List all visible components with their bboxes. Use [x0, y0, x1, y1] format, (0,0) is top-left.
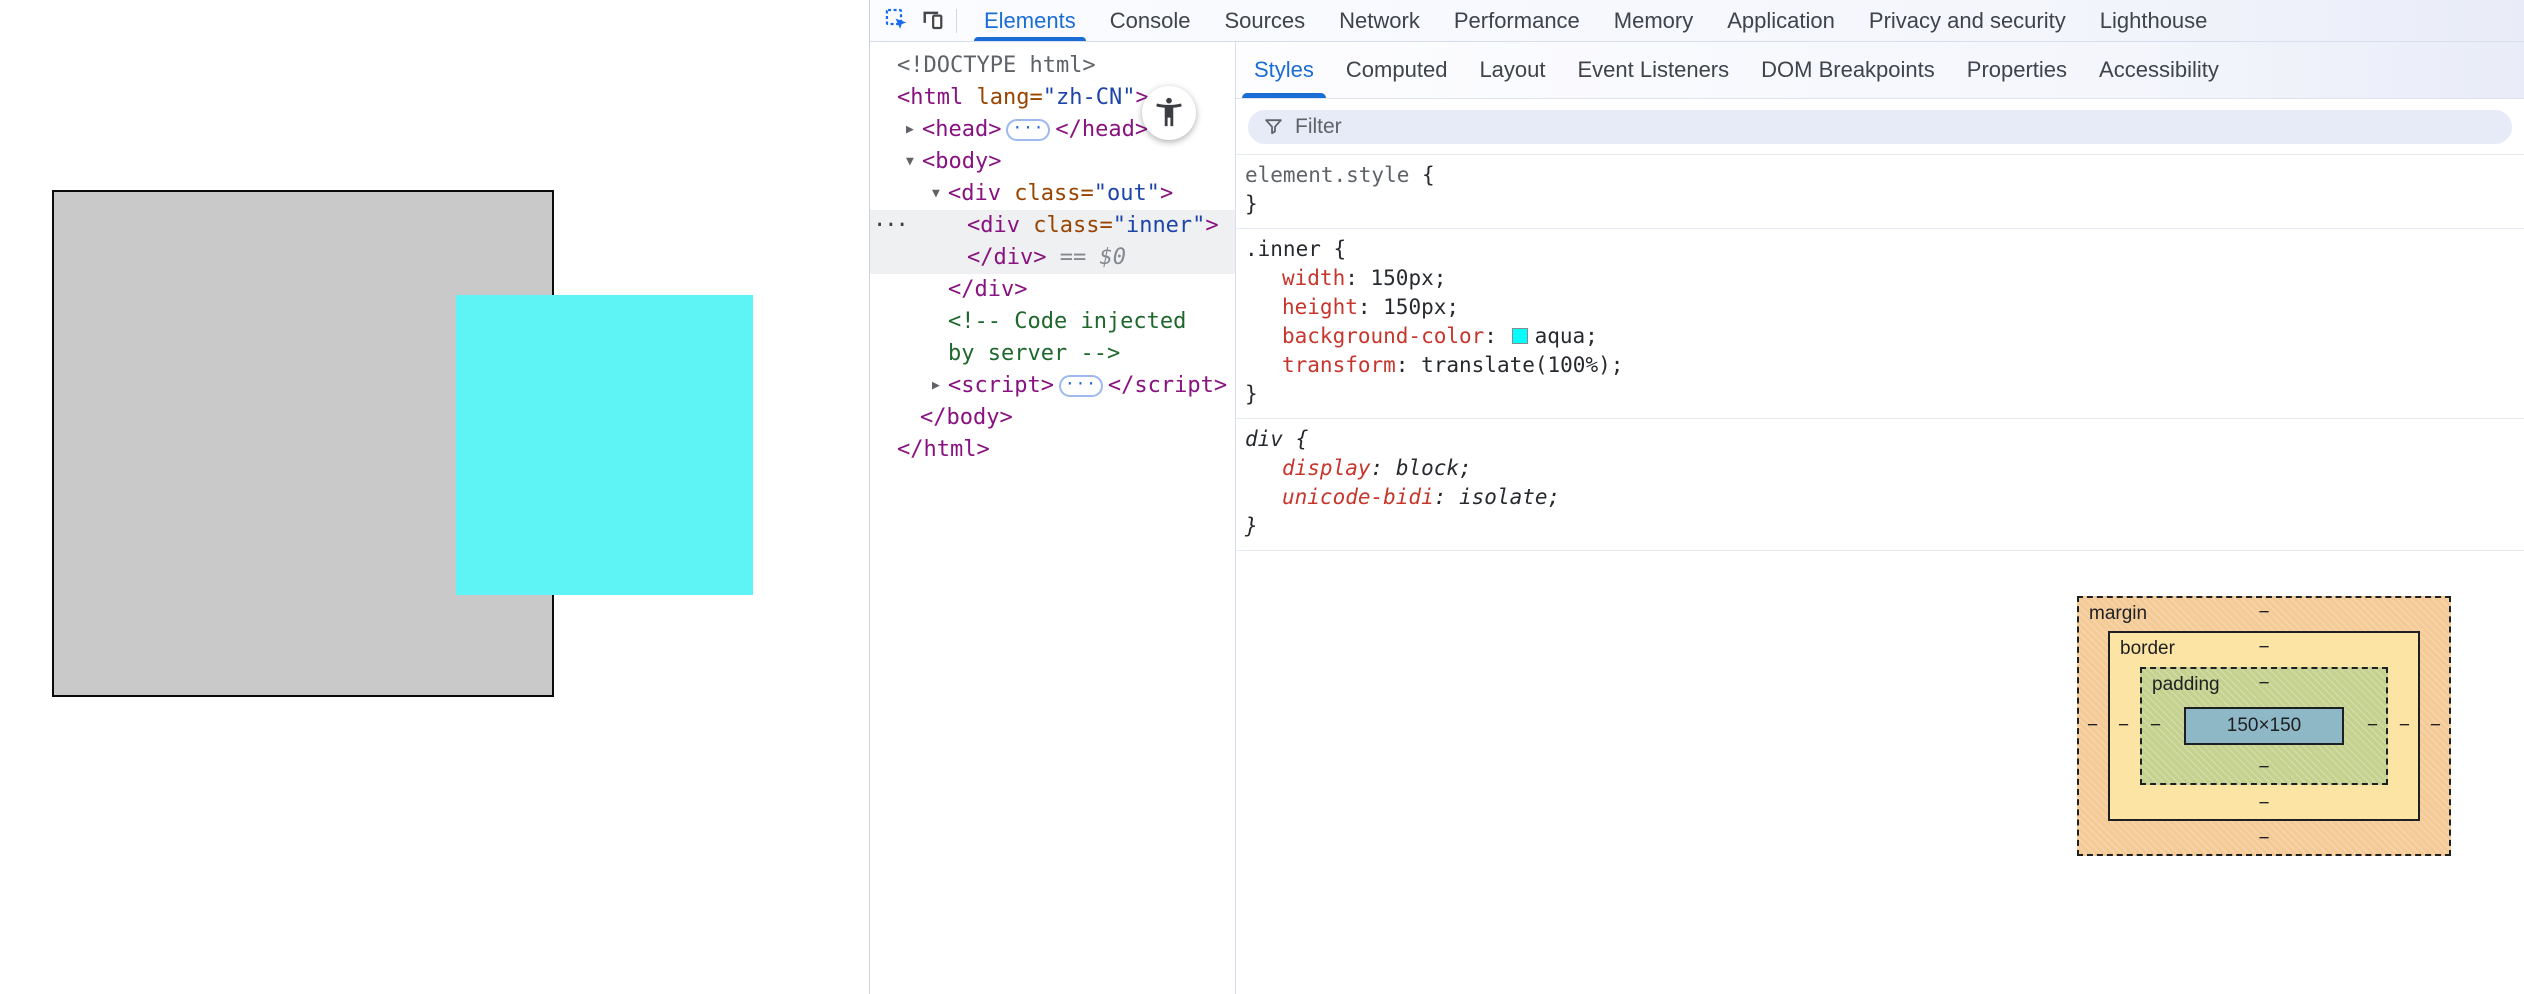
- padding-bottom-value[interactable]: −: [2258, 757, 2269, 779]
- tree-row-comment[interactable]: <!-- Code injected by server -->: [870, 306, 1235, 370]
- inner-div-box: [456, 295, 753, 595]
- styles-filter-input[interactable]: Filter: [1248, 109, 2512, 144]
- tree-row-div-out-close[interactable]: </div>: [870, 274, 1235, 306]
- tree-row-div-out-open[interactable]: ▼ <div class="out">: [870, 178, 1235, 210]
- collapse-arrow-body[interactable]: ▼: [906, 146, 922, 178]
- tree-row-doctype[interactable]: <!DOCTYPE html>: [870, 50, 1235, 82]
- border-label: border: [2120, 638, 2175, 659]
- rule-div-user-agent[interactable]: div { display: block; unicode-bidi: isol…: [1236, 419, 2524, 551]
- css-rules: element.style { } .inner { width: 150px;…: [1236, 155, 2524, 551]
- dom-tree-pane: <!DOCTYPE html> <html lang="zh-CN"> ▶ <he…: [870, 42, 1236, 994]
- tab-accessibility[interactable]: Accessibility: [2083, 42, 2235, 98]
- toolbar-divider: [956, 8, 957, 33]
- padding-top-value[interactable]: −: [2258, 673, 2269, 695]
- color-swatch-aqua[interactable]: [1511, 328, 1528, 344]
- tree-row-div-inner-open-selected[interactable]: ··· <div class="inner">: [870, 210, 1235, 242]
- tab-console[interactable]: Console: [1093, 0, 1208, 41]
- devtools-body: <!DOCTYPE html> <html lang="zh-CN"> ▶ <he…: [870, 42, 2524, 994]
- tab-computed[interactable]: Computed: [1330, 42, 1464, 98]
- selector-element-style: element.style: [1245, 163, 1410, 187]
- box-model-diagram: margin − − − − border − − − − padding − …: [2077, 596, 2451, 856]
- tab-privacy-security[interactable]: Privacy and security: [1852, 0, 2083, 41]
- tab-memory[interactable]: Memory: [1597, 0, 1710, 41]
- tab-properties[interactable]: Properties: [1951, 42, 2083, 98]
- prop-background-color[interactable]: background-color: aqua;: [1245, 322, 2512, 351]
- tree-row-div-inner-close-selected[interactable]: </div> == $0: [870, 242, 1235, 274]
- padding-right-value[interactable]: −: [2367, 715, 2378, 737]
- tab-event-listeners[interactable]: Event Listeners: [1562, 42, 1746, 98]
- tab-layout[interactable]: Layout: [1463, 42, 1561, 98]
- accessibility-person-button[interactable]: [1142, 86, 1196, 140]
- border-top-value[interactable]: −: [2258, 637, 2269, 659]
- expand-inline-button[interactable]: ···: [1006, 119, 1051, 141]
- prop-unicode-bidi[interactable]: unicode-bidi: isolate;: [1245, 483, 2512, 512]
- dollar-zero-hint: $0: [1099, 245, 1126, 270]
- box-model-padding[interactable]: padding − − − − 150×150: [2140, 667, 2388, 785]
- tab-styles[interactable]: Styles: [1238, 42, 1330, 98]
- tab-network[interactable]: Network: [1322, 0, 1437, 41]
- border-right-value[interactable]: −: [2399, 715, 2410, 737]
- tree-row-html-close[interactable]: </html>: [870, 434, 1235, 466]
- devtools-tab-bar: Elements Console Sources Network Perform…: [967, 0, 2224, 41]
- border-bottom-value[interactable]: −: [2258, 793, 2269, 815]
- tree-row-script[interactable]: ▶ <script> ··· </script>: [870, 370, 1235, 402]
- box-model-border[interactable]: border − − − − padding − − − − 150×150: [2108, 631, 2420, 821]
- tab-elements[interactable]: Elements: [967, 0, 1093, 41]
- prop-height[interactable]: height: 150px;: [1245, 293, 2512, 322]
- margin-top-value[interactable]: −: [2258, 602, 2269, 624]
- device-toolbar-icon: [919, 6, 946, 36]
- selector-div: div: [1245, 427, 1283, 451]
- filter-placeholder: Filter: [1295, 114, 1342, 138]
- prop-width[interactable]: width: 150px;: [1245, 264, 2512, 293]
- tree-row-body-close[interactable]: </body>: [870, 402, 1235, 434]
- devtools-panel: Elements Console Sources Network Perform…: [869, 0, 2524, 994]
- rule-inner[interactable]: .inner { width: 150px; height: 150px; ba…: [1236, 229, 2524, 419]
- box-model-content[interactable]: 150×150: [2184, 707, 2344, 745]
- expand-inline-button-script[interactable]: ···: [1058, 375, 1103, 397]
- filter-funnel-icon: [1263, 116, 1284, 137]
- gutter-dots: ···: [873, 213, 909, 238]
- screen: Elements Console Sources Network Perform…: [0, 0, 2524, 994]
- padding-left-value[interactable]: −: [2150, 715, 2161, 737]
- inspect-cursor-icon: [883, 6, 910, 36]
- selector-inner: .inner: [1245, 237, 1321, 261]
- browser-viewport: [0, 0, 869, 994]
- doctype-text: <!DOCTYPE html>: [897, 53, 1096, 78]
- equals-hint: ==: [1059, 245, 1087, 270]
- accessibility-person-icon: [1152, 95, 1186, 132]
- padding-label: padding: [2152, 674, 2220, 695]
- devtools-main-toolbar: Elements Console Sources Network Perform…: [870, 0, 2524, 42]
- margin-right-value[interactable]: −: [2430, 715, 2441, 737]
- margin-bottom-value[interactable]: −: [2258, 828, 2269, 850]
- tab-sources[interactable]: Sources: [1207, 0, 1322, 41]
- content-size-label: 150×150: [2226, 715, 2302, 736]
- tab-lighthouse[interactable]: Lighthouse: [2083, 0, 2225, 41]
- expand-arrow-script[interactable]: ▶: [932, 370, 948, 402]
- prop-transform[interactable]: transform: translate(100%);: [1245, 351, 2512, 380]
- collapse-arrow-div-out[interactable]: ▼: [932, 178, 948, 210]
- rule-element-style[interactable]: element.style { }: [1236, 155, 2524, 229]
- inspect-element-button[interactable]: [878, 4, 914, 38]
- margin-label: margin: [2089, 603, 2148, 624]
- toggle-device-toolbar-button[interactable]: [914, 4, 950, 38]
- border-left-value[interactable]: −: [2118, 715, 2129, 737]
- styles-filter-row: Filter: [1236, 99, 2524, 155]
- tree-row-body-open[interactable]: ▼ <body>: [870, 146, 1235, 178]
- tab-application[interactable]: Application: [1710, 0, 1852, 41]
- margin-left-value[interactable]: −: [2087, 715, 2098, 737]
- expand-arrow-head[interactable]: ▶: [906, 114, 922, 146]
- tab-dom-breakpoints[interactable]: DOM Breakpoints: [1745, 42, 1951, 98]
- box-model-margin[interactable]: margin − − − − border − − − − padding − …: [2077, 596, 2451, 856]
- styles-sidebar: Styles Computed Layout Event Listeners D…: [1236, 42, 2524, 994]
- tab-performance[interactable]: Performance: [1437, 0, 1597, 41]
- prop-display[interactable]: display: block;: [1245, 454, 2512, 483]
- sidebar-tab-bar: Styles Computed Layout Event Listeners D…: [1236, 42, 2524, 99]
